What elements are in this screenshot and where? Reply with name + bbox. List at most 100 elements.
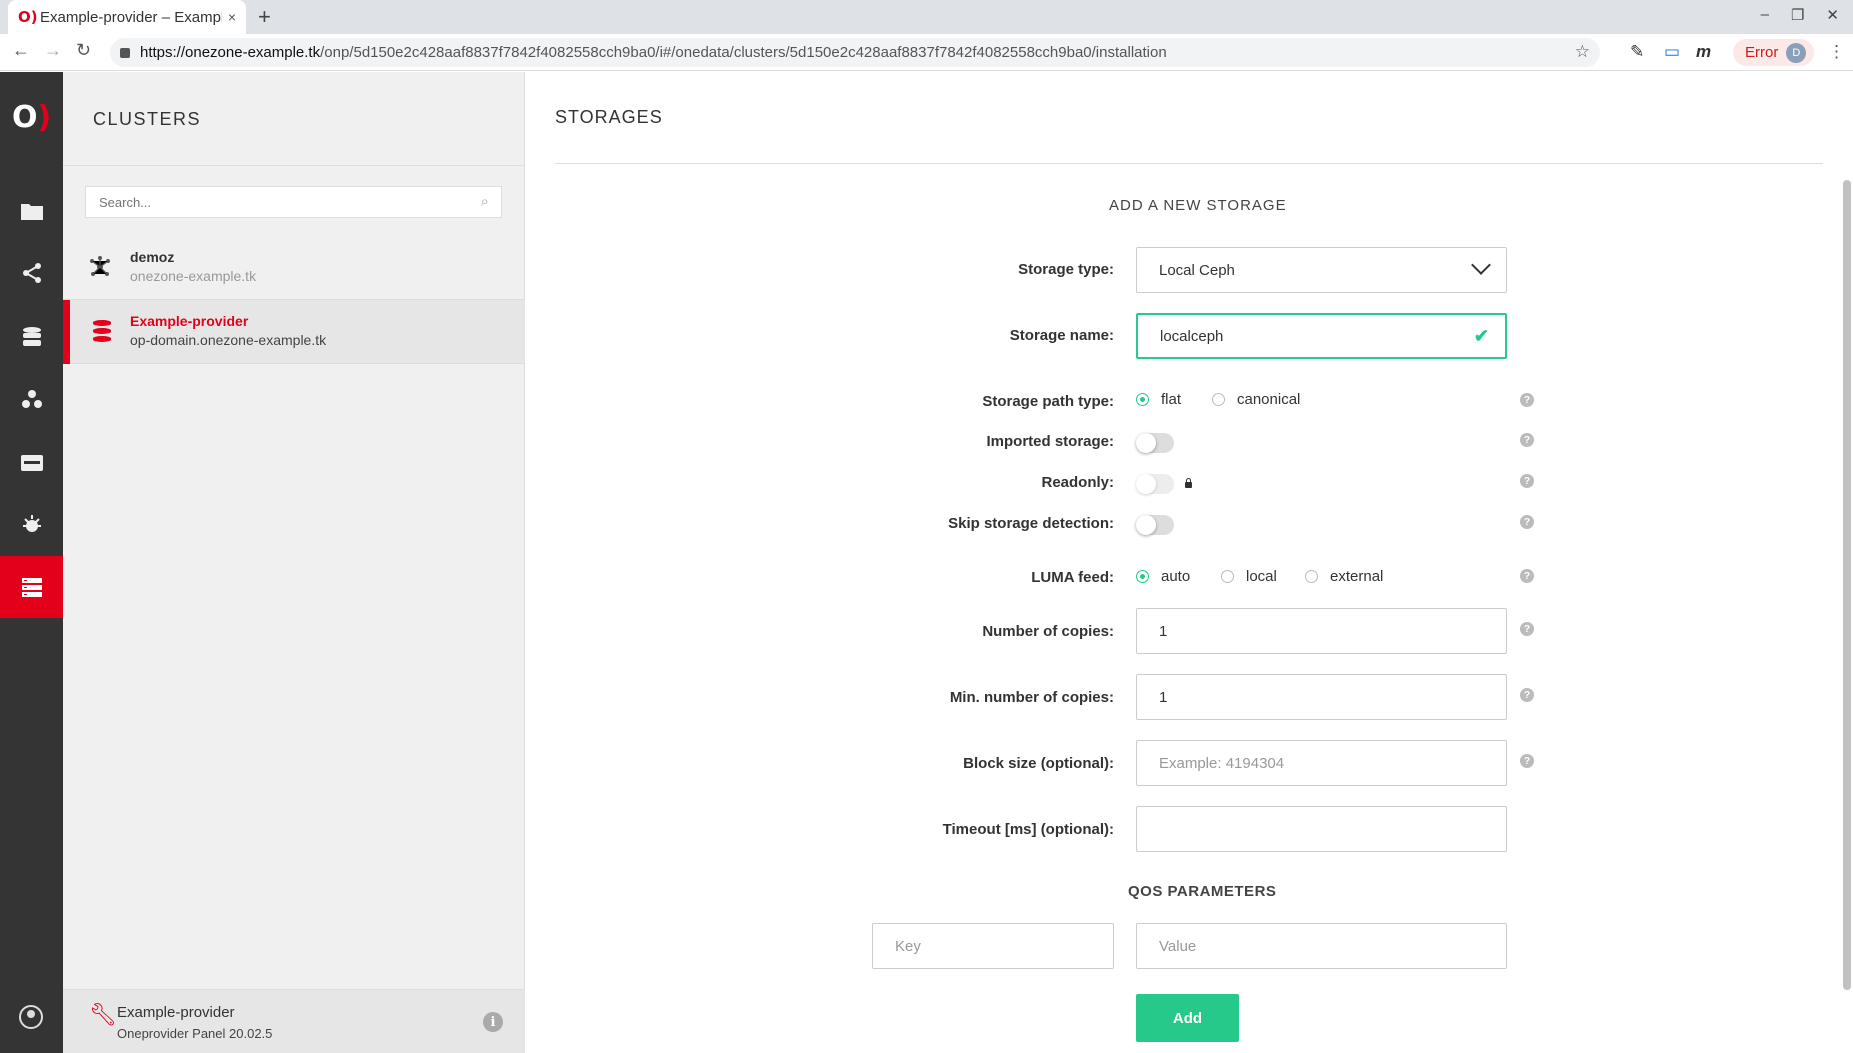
footer-version: Oneprovider Panel 20.02.5: [117, 1026, 273, 1041]
block-size-input[interactable]: Example: 4194304: [1136, 740, 1507, 786]
maximize-icon[interactable]: ❐: [1791, 6, 1804, 24]
timeout-input[interactable]: [1136, 806, 1507, 852]
help-icon[interactable]: ?: [1520, 474, 1534, 488]
back-icon[interactable]: ←: [12, 40, 30, 61]
info-icon[interactable]: i: [483, 1012, 503, 1032]
sidebar-footer: 🔧︎ Example-provider Oneprovider Panel 20…: [63, 989, 525, 1053]
clusters-sidebar: CLUSTERS ⌕ demoz onezone-example.tk Exam…: [63, 72, 525, 1053]
storage-name-label: Storage name:: [1009, 327, 1114, 344]
cluster-name: Example-provider: [130, 313, 249, 329]
url-text: https://onezone-example.tk/onp/5d150e2c4…: [140, 44, 1167, 61]
copies-input[interactable]: 1: [1136, 608, 1507, 654]
groups-icon[interactable]: [0, 368, 63, 430]
path-type-flat-radio[interactable]: flat: [1136, 391, 1181, 408]
luma-external-radio[interactable]: external: [1305, 568, 1383, 585]
footer-provider-name: Example-provider: [117, 1004, 235, 1021]
page-title: STORAGES: [555, 107, 663, 127]
luma-auto-radio[interactable]: auto: [1136, 568, 1190, 585]
imported-storage-label: Imported storage:: [986, 433, 1114, 450]
help-icon[interactable]: ?: [1520, 754, 1534, 768]
tokens-icon[interactable]: [0, 432, 63, 494]
cluster-name: demoz: [130, 249, 175, 265]
help-icon[interactable]: ?: [1520, 622, 1534, 636]
extension-icon[interactable]: ✎: [1630, 42, 1644, 62]
storage-type-value: Local Ceph: [1159, 261, 1235, 279]
share-icon[interactable]: [0, 242, 63, 304]
cluster-item-demoz[interactable]: demoz onezone-example.tk: [63, 236, 525, 300]
search-input[interactable]: [86, 187, 456, 217]
title-divider: [555, 163, 1823, 164]
cluster-item-example-provider[interactable]: Example-provider op-domain.onezone-examp…: [63, 300, 525, 364]
menu-kebab-icon[interactable]: ⋮: [1828, 42, 1845, 62]
timeout-label: Timeout [ms] (optional):: [942, 821, 1114, 838]
error-label: Error: [1745, 44, 1779, 61]
readonly-label: Readonly:: [1041, 474, 1114, 491]
wrench-icon: 🔧︎: [89, 1002, 117, 1027]
close-window-icon[interactable]: ✕: [1826, 6, 1839, 24]
min-copies-input[interactable]: 1: [1136, 674, 1507, 720]
folder-icon[interactable]: [0, 180, 63, 242]
profile-error-button[interactable]: Error D: [1733, 39, 1815, 66]
address-bar[interactable]: https://onezone-example.tk/onp/5d150e2c4…: [110, 38, 1600, 67]
add-button[interactable]: Add: [1136, 994, 1239, 1042]
forward-icon[interactable]: →: [44, 40, 62, 61]
cluster-domain: onezone-example.tk: [130, 268, 257, 284]
reload-icon[interactable]: ↻: [76, 40, 91, 61]
skip-detection-label: Skip storage detection:: [948, 515, 1114, 532]
user-account-icon[interactable]: [19, 1005, 43, 1029]
sidebar-title: CLUSTERS: [63, 72, 524, 166]
qos-key-input[interactable]: Key: [872, 923, 1114, 969]
onedata-logo[interactable]: O): [12, 100, 51, 135]
extension-m-icon[interactable]: m: [1696, 42, 1711, 62]
cluster-domain: op-domain.onezone-example.tk: [130, 332, 327, 348]
database-icon[interactable]: [0, 306, 63, 368]
onezone-cluster-icon: [89, 256, 111, 284]
storage-name-value: localceph: [1160, 327, 1224, 345]
favicon-icon: O): [18, 8, 38, 26]
qos-value-input[interactable]: Value: [1136, 923, 1507, 969]
browser-tab[interactable]: O) Example-provider – Example ×: [8, 0, 246, 34]
main-nav-rail: O): [0, 72, 63, 1053]
scrollbar[interactable]: [1843, 180, 1851, 990]
luma-local-radio[interactable]: local: [1221, 568, 1277, 585]
help-icon[interactable]: ?: [1520, 433, 1534, 447]
clusters-icon[interactable]: [0, 556, 63, 618]
readonly-toggle[interactable]: [1136, 474, 1174, 494]
main-content: STORAGES ADD A NEW STORAGE Storage type:…: [526, 72, 1842, 1053]
help-icon[interactable]: ?: [1520, 393, 1534, 407]
storage-name-input[interactable]: localceph ✔: [1136, 313, 1507, 359]
chevron-down-icon: [1471, 255, 1491, 275]
valid-check-icon: ✔: [1473, 326, 1489, 346]
tab-title: Example-provider – Example: [40, 8, 222, 26]
path-type-label: Storage path type:: [982, 393, 1114, 410]
search-box: ⌕: [85, 186, 502, 218]
qos-title: QOS PARAMETERS: [1128, 883, 1277, 900]
window-controls: – ❐ ✕: [1761, 6, 1839, 24]
tab-close-icon[interactable]: ×: [228, 9, 236, 25]
lock-icon: [1185, 478, 1192, 488]
copies-label: Number of copies:: [982, 623, 1114, 640]
block-size-label: Block size (optional):: [963, 755, 1114, 772]
storage-type-label: Storage type:: [1018, 261, 1114, 278]
skip-detection-toggle[interactable]: [1136, 515, 1174, 535]
minimize-icon[interactable]: –: [1761, 6, 1769, 24]
lock-icon: [120, 47, 130, 58]
search-icon: ⌕: [480, 193, 489, 210]
min-copies-label: Min. number of copies:: [949, 689, 1114, 706]
provider-database-icon: [93, 320, 111, 342]
browser-toolbar: ← → ↻ https://onezone-example.tk/onp/5d1…: [0, 34, 1853, 71]
bookmark-star-icon[interactable]: ☆: [1575, 42, 1590, 62]
new-tab-button[interactable]: +: [258, 4, 271, 30]
help-icon[interactable]: ?: [1520, 569, 1534, 583]
help-icon[interactable]: ?: [1520, 688, 1534, 702]
cast-icon[interactable]: ▭: [1664, 42, 1680, 62]
storage-type-select[interactable]: Local Ceph: [1136, 247, 1507, 293]
profile-avatar: D: [1786, 42, 1807, 63]
luma-feed-label: LUMA feed:: [1031, 569, 1114, 586]
form-title: ADD A NEW STORAGE: [1109, 197, 1287, 214]
harvester-icon[interactable]: [0, 494, 63, 556]
browser-tab-bar: O) Example-provider – Example × + – ❐ ✕: [0, 0, 1853, 34]
help-icon[interactable]: ?: [1520, 515, 1534, 529]
path-type-canonical-radio[interactable]: canonical: [1212, 391, 1300, 408]
imported-storage-toggle[interactable]: [1136, 433, 1174, 453]
